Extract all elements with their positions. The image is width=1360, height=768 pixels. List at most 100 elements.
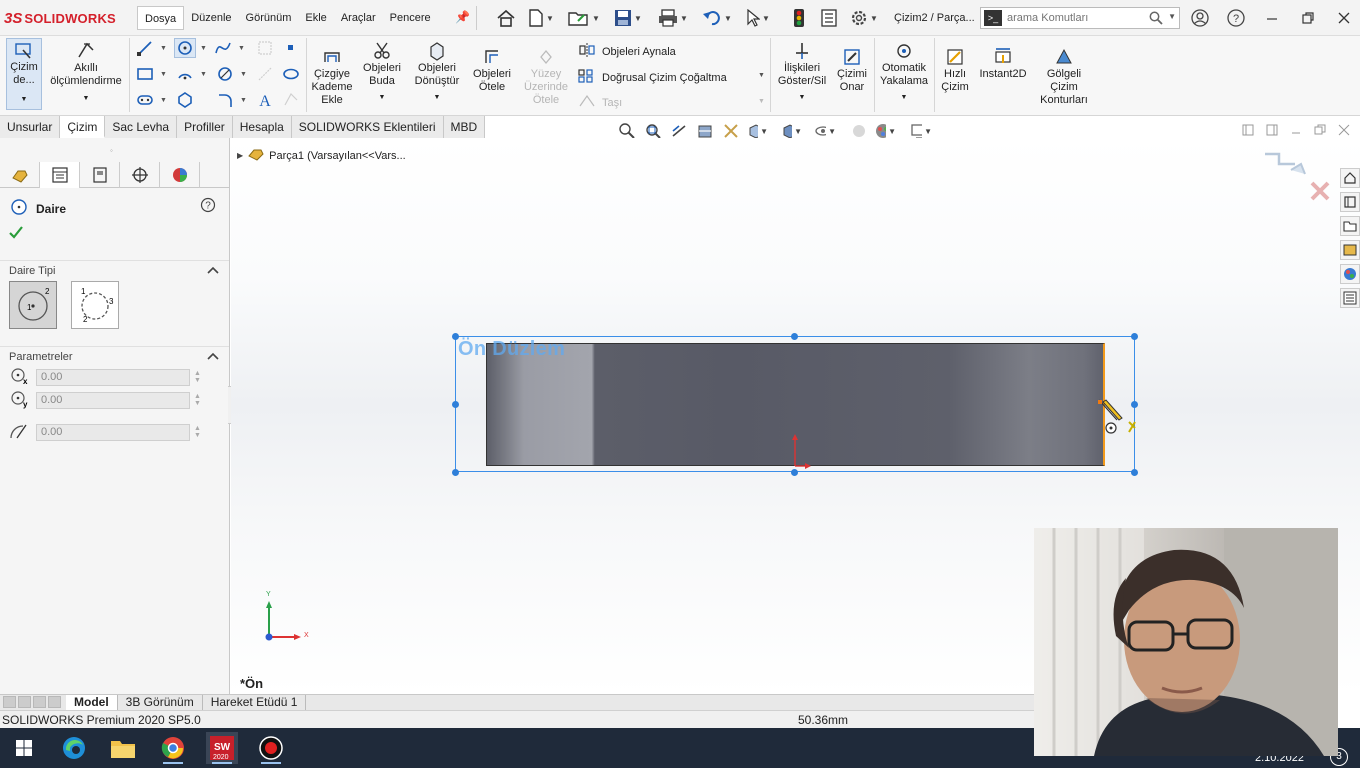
- quick-snaps-button[interactable]: Otomatik Yakalama ▼: [878, 40, 930, 104]
- snap-dropdown-icon[interactable]: ▼: [878, 91, 930, 104]
- offset-entities-button[interactable]: Objeleri Ötele: [468, 46, 516, 94]
- rectangle-dropdown-icon[interactable]: ▼: [160, 71, 167, 78]
- tab-scroll-buttons[interactable]: [0, 695, 66, 710]
- new-document-icon[interactable]: ▼: [528, 8, 554, 28]
- collapse-chevron-icon[interactable]: [207, 351, 219, 364]
- viewport-minimize-icon[interactable]: [1290, 124, 1302, 139]
- solidworks-logo[interactable]: 3S SOLIDWORKS: [4, 8, 116, 28]
- chrome-browser-icon[interactable]: [157, 732, 189, 764]
- tab-features[interactable]: Unsurlar: [0, 116, 61, 138]
- ellipse-icon[interactable]: [280, 64, 302, 84]
- center-y-input[interactable]: [36, 391, 190, 409]
- print-icon[interactable]: ▼: [658, 8, 688, 28]
- text-icon[interactable]: A: [254, 90, 276, 110]
- radius-spinner-icon[interactable]: ▲ ▼: [194, 425, 201, 439]
- solidworks-taskbar-icon[interactable]: SW 2020: [206, 732, 238, 764]
- sketch-fillet-icon[interactable]: [214, 90, 236, 110]
- file-explorer-taskbar-icon[interactable]: [107, 732, 139, 764]
- plane-handle-bottom-left[interactable]: [452, 469, 459, 476]
- convert-entities-button[interactable]: Objeleri Dönüştür ▼: [410, 40, 464, 104]
- fillet-dropdown-icon[interactable]: ▼: [240, 97, 247, 104]
- search-input[interactable]: [1007, 12, 1147, 24]
- smart-dimension-dropdown-icon[interactable]: ▼: [46, 92, 126, 105]
- relations-dropdown-icon[interactable]: ▼: [776, 91, 828, 104]
- repair-sketch-button[interactable]: Çizimi Onar: [832, 46, 872, 94]
- expand-arrow-icon[interactable]: ▶: [237, 151, 243, 160]
- feature-manager-tab-icon[interactable]: [0, 162, 40, 188]
- exit-sketch-icon[interactable]: [1261, 152, 1309, 189]
- display-manager-tab-icon[interactable]: [160, 162, 200, 188]
- cancel-sketch-icon[interactable]: [1309, 180, 1331, 205]
- home-icon[interactable]: [496, 8, 516, 28]
- search-dropdown-icon[interactable]: ▼: [1168, 12, 1176, 21]
- appearances-icon[interactable]: [1340, 264, 1360, 284]
- polygon-dropdown-icon[interactable]: ▼: [240, 71, 247, 78]
- line-icon[interactable]: [134, 38, 156, 58]
- tile-left-icon[interactable]: [1242, 124, 1254, 139]
- search-icon[interactable]: [1149, 11, 1163, 28]
- mirror-entities-button[interactable]: Objeleri Aynala: [578, 42, 676, 61]
- help-icon[interactable]: ?: [1226, 8, 1246, 28]
- spline-dropdown-icon[interactable]: ▼: [238, 45, 245, 52]
- display-delete-relations-button[interactable]: İlişkileri Göster/Sil ▼: [776, 40, 828, 104]
- menu-ekle[interactable]: Ekle: [298, 6, 333, 30]
- select-cursor-icon[interactable]: ▼: [746, 8, 770, 28]
- perimeter-circle-button[interactable]: 1 3 2: [71, 281, 119, 329]
- sketch-button[interactable]: Çizim de... ▼: [6, 38, 42, 110]
- tab-model[interactable]: Model: [66, 695, 118, 710]
- tab-motion-study[interactable]: Hareket Etüdü 1: [203, 695, 307, 710]
- edge-browser-icon[interactable]: [58, 732, 90, 764]
- center-x-input[interactable]: [36, 368, 190, 386]
- viewport-restore-icon[interactable]: [1314, 124, 1326, 139]
- arc-icon[interactable]: [174, 64, 196, 84]
- point-icon[interactable]: [280, 38, 302, 58]
- file-explorer-icon[interactable]: [1340, 216, 1360, 236]
- custom-properties-icon[interactable]: [1340, 288, 1360, 308]
- radius-input[interactable]: [36, 423, 190, 441]
- circle-type-group-header[interactable]: Daire Tipi: [0, 260, 229, 280]
- menu-gorunum[interactable]: Görünüm: [239, 6, 299, 30]
- menu-dosya[interactable]: Dosya: [137, 6, 185, 30]
- tab-evaluate[interactable]: Hesapla: [232, 116, 292, 138]
- file-properties-icon[interactable]: [820, 8, 838, 28]
- configuration-manager-tab-icon[interactable]: [80, 162, 120, 188]
- plane-handle-top-left[interactable]: [452, 333, 459, 340]
- tab-3d-views[interactable]: 3B Görünüm: [118, 695, 203, 710]
- tab-addins[interactable]: SOLIDWORKS Eklentileri: [291, 116, 444, 138]
- tile-right-icon[interactable]: [1266, 124, 1278, 139]
- menu-araclar[interactable]: Araçlar: [334, 6, 383, 30]
- circle-dropdown-icon[interactable]: ▼: [200, 45, 207, 52]
- command-search[interactable]: >_ ▼: [980, 7, 1180, 29]
- center-y-spinner-icon[interactable]: ▲ ▼: [194, 393, 201, 407]
- user-account-icon[interactable]: [1190, 8, 1210, 28]
- polygon-circle-icon[interactable]: [214, 64, 236, 84]
- rebuild-traffic-light-icon[interactable]: [792, 8, 806, 28]
- slot-dropdown-icon[interactable]: ▼: [160, 97, 167, 104]
- line-dropdown-icon[interactable]: ▼: [160, 45, 167, 52]
- windows-start-icon[interactable]: [8, 732, 40, 764]
- polygon-icon[interactable]: [174, 90, 196, 110]
- undo-icon[interactable]: ▼: [702, 8, 732, 28]
- trim-dropdown-icon[interactable]: ▼: [358, 91, 406, 104]
- tab-profiles[interactable]: Profiller: [177, 116, 233, 138]
- dimxpert-manager-tab-icon[interactable]: [120, 162, 160, 188]
- viewport-close-icon[interactable]: [1338, 124, 1350, 139]
- panel-grip[interactable]: ◦: [110, 146, 113, 155]
- restore-icon[interactable]: [1298, 8, 1318, 28]
- convert-dropdown-icon[interactable]: ▼: [410, 91, 464, 104]
- tab-sheet-metal[interactable]: Sac Levha: [105, 116, 178, 138]
- linear-pattern-button[interactable]: Doğrusal Çizim Çoğaltma: [578, 68, 727, 87]
- minimize-icon[interactable]: [1262, 8, 1282, 28]
- close-icon[interactable]: [1334, 8, 1354, 28]
- property-manager-tab-icon[interactable]: [40, 162, 80, 188]
- tab-sketch[interactable]: Çizim: [60, 116, 106, 138]
- save-icon[interactable]: ▼: [614, 8, 642, 28]
- center-radius-circle-button[interactable]: 12: [9, 281, 57, 329]
- collapse-chevron-icon[interactable]: [207, 265, 219, 278]
- plane-handle-top-right[interactable]: [1131, 333, 1138, 340]
- rectangle-icon[interactable]: [134, 64, 156, 84]
- shaded-sketch-contours-button[interactable]: Gölgeli Çizim Konturları: [1034, 46, 1094, 107]
- tab-mbd[interactable]: MBD: [443, 116, 486, 138]
- plane-handle-mid-left[interactable]: [452, 401, 459, 408]
- open-folder-icon[interactable]: ▼: [568, 8, 600, 28]
